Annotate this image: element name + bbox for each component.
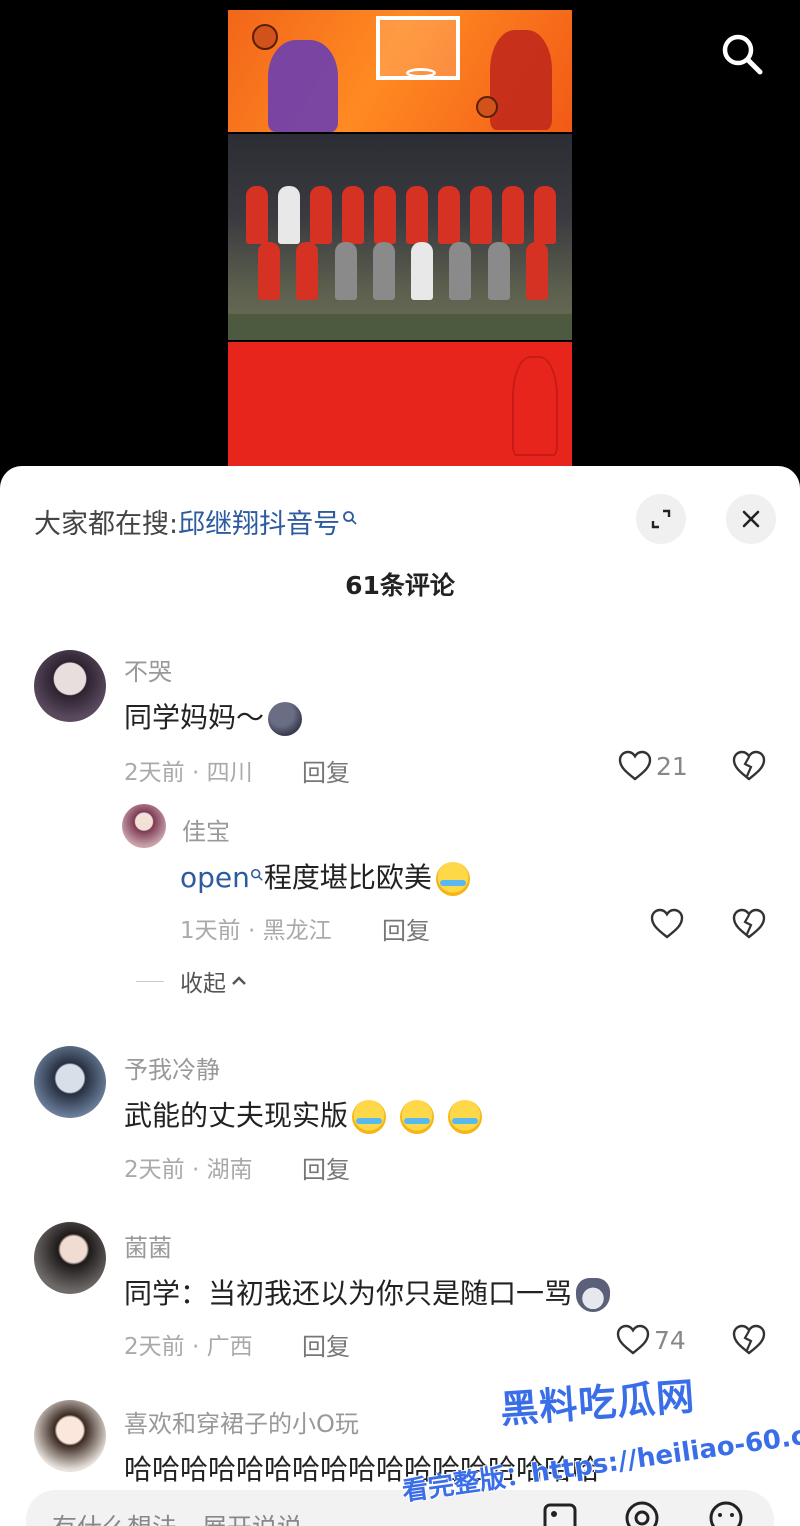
poster-footer bbox=[228, 342, 572, 470]
suggestion-keyword[interactable]: 邱继翔抖音号 bbox=[178, 509, 340, 540]
reply-body: 程度堪比欧美 bbox=[263, 861, 432, 894]
reply-text: open 程度堪比欧美 bbox=[180, 856, 470, 896]
crying-laughing-emoji bbox=[400, 1100, 435, 1134]
reply-button[interactable]: 回复 bbox=[382, 911, 430, 946]
like-button[interactable]: 21 bbox=[618, 750, 688, 782]
player-illustration bbox=[268, 40, 338, 132]
like-count: 74 bbox=[654, 1325, 686, 1355]
comment-username[interactable]: 予我冷静 bbox=[124, 1050, 220, 1085]
comment-text: 同学：当初我还以为你只是随口一骂 bbox=[124, 1272, 611, 1312]
team-photo bbox=[228, 134, 572, 340]
comment-text: 武能的丈夫现实版 bbox=[124, 1094, 483, 1134]
comment-username[interactable]: 菌菌 bbox=[124, 1228, 172, 1263]
avatar[interactable] bbox=[34, 1046, 106, 1118]
reply-button[interactable]: 回复 bbox=[302, 753, 350, 788]
collapse-replies-button[interactable]: 收起 bbox=[136, 964, 248, 998]
comment-text: 同学妈妈～ bbox=[124, 696, 303, 736]
reply-username[interactable]: 佳宝 bbox=[182, 812, 230, 847]
at-icon[interactable] bbox=[622, 1498, 662, 1526]
chevron-up-icon bbox=[232, 976, 246, 985]
search-icon bbox=[250, 856, 264, 889]
broken-heart-icon[interactable] bbox=[732, 750, 766, 786]
mention-link[interactable]: open bbox=[180, 861, 250, 894]
hoop-ring-graphic bbox=[406, 68, 436, 78]
crying-laughing-emoji bbox=[448, 1100, 483, 1134]
avatar[interactable] bbox=[34, 1400, 106, 1472]
husky-emoji bbox=[576, 1278, 611, 1312]
comment-input[interactable]: 有什么想法，展开说说 bbox=[26, 1490, 774, 1526]
like-button[interactable]: 74 bbox=[616, 1324, 686, 1356]
close-icon[interactable] bbox=[726, 494, 776, 544]
player-illustration bbox=[490, 30, 552, 130]
dark-face-emoji bbox=[268, 702, 303, 736]
search-suggestion[interactable]: 大家都在搜:邱继翔抖音号 bbox=[34, 502, 358, 541]
expand-icon[interactable] bbox=[636, 494, 686, 544]
heart-icon bbox=[618, 750, 652, 781]
comment-count: 61条评论 bbox=[345, 571, 455, 600]
video-poster bbox=[228, 10, 572, 470]
comment-username[interactable]: 喜欢和穿裙子的小O玩 bbox=[124, 1404, 359, 1439]
search-icon[interactable] bbox=[718, 30, 766, 78]
collapse-label: 收起 bbox=[180, 971, 226, 997]
heart-icon bbox=[650, 908, 684, 939]
comment-body: 武能的丈夫现实版 bbox=[124, 1099, 349, 1132]
crying-laughing-emoji bbox=[352, 1100, 387, 1134]
heart-icon bbox=[616, 1324, 650, 1355]
avatar[interactable] bbox=[34, 1222, 106, 1294]
comment-meta: 2天前 · 四川 bbox=[124, 760, 253, 786]
like-count: 21 bbox=[656, 751, 688, 781]
avatar[interactable] bbox=[122, 804, 166, 848]
like-button[interactable] bbox=[650, 908, 684, 940]
poster-banner bbox=[228, 10, 572, 132]
basketball-graphic bbox=[476, 96, 498, 118]
basketball-graphic bbox=[252, 24, 278, 50]
crying-laughing-emoji bbox=[435, 862, 470, 896]
broken-heart-icon[interactable] bbox=[732, 908, 766, 944]
video-player[interactable] bbox=[0, 0, 800, 480]
reply-meta: 1天前 · 黑龙江 bbox=[180, 918, 332, 944]
suggestion-prefix: 大家都在搜: bbox=[34, 509, 179, 540]
comment-username[interactable]: 不哭 bbox=[124, 652, 172, 687]
comment-body: 同学妈妈～ bbox=[124, 701, 265, 734]
comment-meta: 2天前 · 湖南 bbox=[124, 1157, 253, 1183]
reply-button[interactable]: 回复 bbox=[302, 1327, 350, 1362]
search-icon bbox=[342, 502, 358, 533]
comment-input-placeholder: 有什么想法，展开说说 bbox=[52, 1508, 302, 1526]
divider bbox=[136, 980, 164, 982]
reply-button[interactable]: 回复 bbox=[302, 1150, 350, 1185]
image-icon[interactable] bbox=[540, 1498, 580, 1526]
comment-body: 同学：当初我还以为你只是随口一骂 bbox=[124, 1277, 573, 1310]
comment-meta: 2天前 · 广西 bbox=[124, 1334, 253, 1360]
avatar[interactable] bbox=[34, 650, 106, 722]
emoji-icon[interactable] bbox=[706, 1498, 746, 1526]
broken-heart-icon[interactable] bbox=[732, 1324, 766, 1360]
